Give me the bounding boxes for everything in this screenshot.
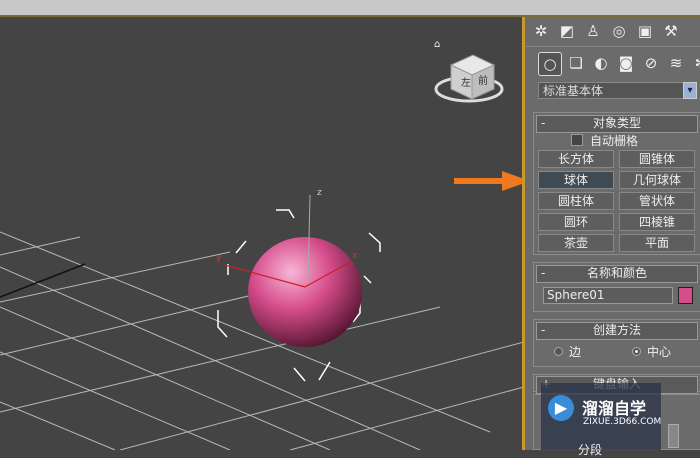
object-name-field[interactable]: Sphere01: [543, 287, 673, 304]
helpers-icon[interactable]: ⊘: [640, 52, 662, 74]
cylinder-button[interactable]: 圆柱体: [538, 192, 614, 210]
spacewarps-icon[interactable]: ≋: [665, 52, 687, 74]
plane-button[interactable]: 平面: [619, 234, 695, 252]
shapes-icon[interactable]: ❏: [565, 52, 587, 74]
collapse-icon[interactable]: -: [541, 116, 545, 130]
category-select[interactable]: 标准基本体: [538, 82, 684, 99]
watermark-url: ZIXUE.3D66.COM: [583, 417, 662, 427]
sphere-object[interactable]: [248, 237, 362, 347]
cone-button[interactable]: 圆锥体: [619, 150, 695, 168]
pyramid-button[interactable]: 四棱锥: [619, 213, 695, 231]
creation-method-rollout: - 创建方法: [533, 319, 700, 367]
spinner-icon[interactable]: [668, 424, 679, 448]
collapse-icon[interactable]: -: [541, 323, 545, 337]
axis-y-label: y: [216, 253, 222, 263]
create-tab-icon[interactable]: ✲: [530, 20, 552, 42]
lights-icon[interactable]: ◐: [590, 52, 612, 74]
edge-radio[interactable]: [554, 347, 563, 356]
name-color-title: 名称和颜色: [586, 266, 647, 280]
perspective-viewport[interactable]: z y x 左 前 ⌂: [0, 17, 524, 450]
object-type-title: 对象类型: [592, 116, 641, 130]
autogrid-checkbox[interactable]: [571, 134, 583, 146]
object-color-swatch[interactable]: [678, 287, 693, 304]
hierarchy-tab-icon[interactable]: ♙: [582, 20, 604, 42]
viewport-canvas: z y x 左 前: [0, 54, 524, 450]
cameras-icon[interactable]: ◙: [615, 52, 637, 74]
utilities-tab-icon[interactable]: ⚒: [660, 20, 682, 42]
viewcube-left-face: 左: [461, 76, 471, 89]
sphere-button[interactable]: 球体: [538, 171, 614, 189]
name-color-header[interactable]: - 名称和颜色: [536, 265, 698, 283]
geosphere-button[interactable]: 几何球体: [619, 171, 695, 189]
edge-label: 边: [569, 345, 582, 359]
autogrid-label: 自动栅格: [590, 134, 639, 148]
center-radio[interactable]: [632, 347, 641, 356]
title-bar: [0, 0, 700, 17]
chevron-down-icon[interactable]: ▾: [683, 82, 697, 99]
motion-tab-icon[interactable]: ◎: [608, 20, 630, 42]
tube-button[interactable]: 管状体: [619, 192, 695, 210]
divider: [526, 46, 700, 47]
creation-method-title: 创建方法: [592, 323, 641, 337]
create-category-icons: ○ ❏ ◐ ◙ ⊘ ≋ ✻: [538, 52, 700, 76]
annotation-arrow: [454, 171, 530, 191]
viewcube-home-icon[interactable]: ⌂: [434, 39, 440, 50]
watermark-title: 溜溜自学: [582, 399, 647, 418]
center-label: 中心: [647, 345, 672, 359]
box-button[interactable]: 长方体: [538, 150, 614, 168]
object-type-header[interactable]: - 对象类型: [536, 115, 698, 133]
geometry-icon[interactable]: ○: [538, 52, 562, 76]
viewcube[interactable]: 左 前: [434, 54, 504, 103]
torus-button[interactable]: 圆环: [538, 213, 614, 231]
collapse-icon[interactable]: -: [541, 266, 545, 280]
creation-method-header[interactable]: - 创建方法: [536, 322, 698, 340]
axis-x-label: x: [352, 251, 358, 261]
teapot-button[interactable]: 茶壶: [538, 234, 614, 252]
axis-z-label: z: [317, 188, 322, 198]
systems-icon[interactable]: ✻: [690, 52, 700, 74]
display-tab-icon[interactable]: ▣: [634, 20, 656, 42]
modify-tab-icon[interactable]: ◩: [556, 20, 578, 42]
command-panel-tabs: ✲ ◩ ♙ ◎ ▣ ⚒: [530, 20, 682, 44]
play-icon: ▶: [548, 395, 574, 421]
viewcube-front-face: 前: [478, 74, 488, 87]
